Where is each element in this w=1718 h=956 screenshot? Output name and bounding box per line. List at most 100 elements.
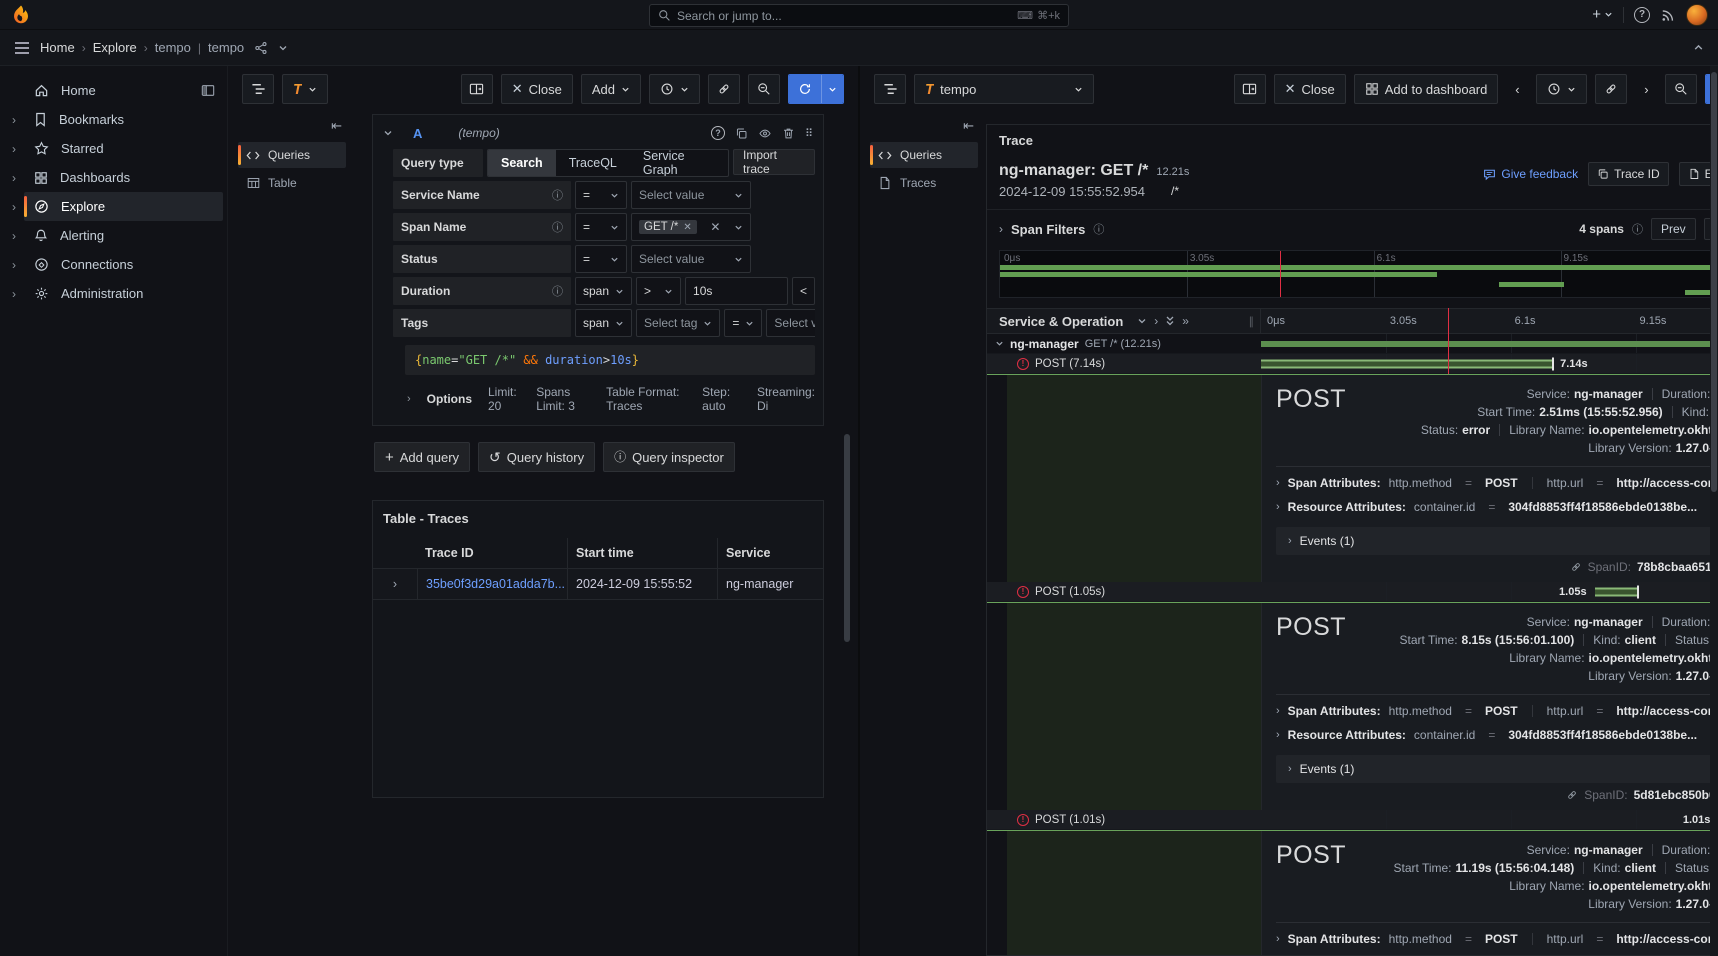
- value-chip[interactable]: GET /*✕: [639, 220, 697, 234]
- table-row[interactable]: ›35be0f3d29a01adda7b...2024-12-09 15:55:…: [373, 568, 823, 600]
- collapse-chevron-icon[interactable]: [995, 339, 1004, 348]
- query-ref-letter[interactable]: A: [413, 126, 422, 141]
- query-inspector-button[interactable]: ⓘQuery inspector: [603, 442, 735, 472]
- close-pane-button-right[interactable]: ✕Close: [1274, 74, 1346, 104]
- run-query-button-left[interactable]: [788, 74, 844, 104]
- table-column-start-time[interactable]: Start time: [567, 538, 717, 568]
- sidebar-item-administration[interactable]: ›Administration: [4, 279, 223, 308]
- left-section-queries[interactable]: Queries: [238, 142, 346, 168]
- field-control-select[interactable]: Select value: [631, 181, 751, 209]
- user-avatar[interactable]: [1686, 4, 1708, 26]
- chip-remove-icon[interactable]: ✕: [683, 222, 691, 233]
- expand-chevron-icon[interactable]: ›: [999, 222, 1003, 236]
- breadcrumb-item-home[interactable]: Home: [40, 40, 75, 55]
- close-pane-button-left[interactable]: ✕Close: [501, 74, 573, 104]
- expand-chevron-icon[interactable]: ›: [4, 287, 24, 301]
- field-control-select[interactable]: =: [575, 245, 627, 273]
- span-timeline-cell[interactable]: [1261, 334, 1718, 353]
- expand-chevron-icon[interactable]: ›: [407, 393, 411, 405]
- sidebar-item-connections[interactable]: ›Connections: [4, 250, 223, 279]
- tab-traceql[interactable]: TraceQL: [556, 150, 630, 176]
- time-picker-button-left[interactable]: [649, 74, 700, 104]
- expand-chevron-icon[interactable]: ›: [1288, 763, 1292, 775]
- sidebar-item-body[interactable]: Administration: [24, 279, 223, 308]
- sidebar-item-body[interactable]: Dashboards: [24, 163, 223, 192]
- new-menu-button[interactable]: +: [1592, 6, 1613, 23]
- window-scrollbar[interactable]: [1710, 66, 1718, 956]
- sidebar-item-starred[interactable]: ›Starred: [4, 134, 223, 163]
- span-timeline-cell[interactable]: 1.05s: [1261, 582, 1718, 601]
- span-name-cell[interactable]: !POST (1.05s): [987, 582, 1261, 601]
- span-row[interactable]: !POST (7.14s)7.14s: [987, 354, 1718, 374]
- events-row[interactable]: ›Events (1): [1276, 755, 1718, 783]
- sidebar-item-body[interactable]: Starred: [24, 134, 223, 163]
- grafana-logo-icon[interactable]: [10, 4, 32, 26]
- datasource-picker-left[interactable]: T: [282, 74, 328, 104]
- collapse-up-icon[interactable]: [1693, 42, 1704, 53]
- field-control-plain[interactable]: Select va: [766, 309, 815, 337]
- field-control-select[interactable]: span: [575, 309, 632, 337]
- add-query-button[interactable]: +Add query: [374, 442, 470, 472]
- breadcrumb-item-explore[interactable]: Explore: [93, 40, 137, 55]
- expand-chevron-icon[interactable]: ›: [4, 142, 24, 156]
- search-input[interactable]: Search or jump to... ⌨⌘+k: [649, 4, 1069, 27]
- field-control-select[interactable]: >: [636, 277, 681, 305]
- time-shift-left-button[interactable]: ‹: [1506, 74, 1528, 104]
- right-section-traces[interactable]: Traces: [870, 170, 978, 196]
- menu-toggle-icon[interactable]: [14, 41, 30, 55]
- expand-chevron-icon[interactable]: ›: [1288, 535, 1292, 547]
- attributes-row[interactable]: ›Resource Attributes:container.id=304fd8…: [1276, 495, 1718, 519]
- help-icon[interactable]: ?: [1634, 7, 1650, 23]
- import-trace-button[interactable]: Import trace: [733, 149, 815, 175]
- span-row[interactable]: !POST (1.05s)1.05s: [987, 582, 1718, 602]
- attributes-row[interactable]: ›Resource Attributes:container.id=304fd8…: [1276, 951, 1718, 955]
- expand-chevron-icon[interactable]: ›: [4, 258, 24, 272]
- right-section-queries[interactable]: Queries: [870, 142, 978, 168]
- span-timeline-cell[interactable]: 7.14s: [1261, 354, 1718, 373]
- field-control-select[interactable]: Select tag: [636, 309, 720, 337]
- trace-id-button[interactable]: Trace ID: [1588, 162, 1669, 186]
- span-bar[interactable]: [1261, 341, 1718, 347]
- field-control-chip[interactable]: GET /*✕✕: [631, 213, 751, 241]
- split-pane-button[interactable]: [1234, 74, 1266, 104]
- left-section-table[interactable]: Table: [238, 170, 346, 196]
- copy-link-button-left[interactable]: [708, 74, 740, 104]
- split-pane-button[interactable]: [461, 74, 493, 104]
- span-filters-label[interactable]: Span Filters: [1011, 222, 1085, 237]
- sidebar-item-bookmarks[interactable]: ›Bookmarks: [4, 105, 223, 134]
- chain-link-icon[interactable]: [1570, 561, 1582, 573]
- sidebar-item-body[interactable]: Home: [24, 76, 223, 105]
- span-bar[interactable]: [1261, 359, 1553, 368]
- add-to-dashboard-button[interactable]: Add to dashboard: [1354, 74, 1499, 104]
- table-column-trace-id[interactable]: Trace ID: [417, 538, 567, 568]
- tab-service-graph[interactable]: Service Graph: [630, 150, 728, 176]
- expand-chevron-icon[interactable]: ›: [1276, 705, 1280, 717]
- span-name-cell[interactable]: !POST (1.01s): [987, 810, 1261, 829]
- add-button[interactable]: Add: [581, 74, 641, 104]
- expand-one-icon[interactable]: ›: [1154, 314, 1158, 328]
- content-outline-button[interactable]: [874, 74, 906, 104]
- row-expander-icon[interactable]: ›: [373, 569, 417, 599]
- content-outline-button[interactable]: [242, 74, 274, 104]
- datasource-picker-right[interactable]: Ttempo: [914, 74, 1094, 104]
- breadcrumb-item-tempo[interactable]: tempo: [155, 40, 191, 55]
- share-shortcut-icon[interactable]: [254, 41, 268, 55]
- collapse-sidebar-icon[interactable]: ⇤: [238, 118, 346, 134]
- sidebar-item-dashboards[interactable]: ›Dashboards: [4, 163, 223, 192]
- hide-response-icon[interactable]: [758, 127, 772, 140]
- trace-minimap[interactable]: 0μs3.05s6.1s9.15s12.21s: [999, 250, 1718, 298]
- collapse-sidebar-icon[interactable]: ⇤: [870, 118, 978, 134]
- collapse-chevron-icon[interactable]: [383, 128, 393, 138]
- attributes-row[interactable]: ›Span Attributes:http.method=POSThttp.ur…: [1276, 927, 1718, 951]
- query-history-button[interactable]: ↺Query history: [478, 442, 595, 472]
- field-control-select[interactable]: =: [575, 213, 627, 241]
- time-shift-right-button[interactable]: ›: [1635, 74, 1657, 104]
- span-row[interactable]: ng-managerGET /* (12.21s): [987, 334, 1718, 354]
- expand-chevron-icon[interactable]: ›: [4, 171, 24, 185]
- sidebar-item-body[interactable]: Bookmarks: [24, 105, 223, 134]
- query-help-icon[interactable]: ?: [711, 126, 725, 140]
- expand-chevron-icon[interactable]: ›: [1276, 933, 1280, 945]
- time-picker-button-right[interactable]: [1536, 74, 1587, 104]
- field-control-input[interactable]: 10s: [685, 277, 788, 305]
- options-label[interactable]: Options: [427, 392, 472, 406]
